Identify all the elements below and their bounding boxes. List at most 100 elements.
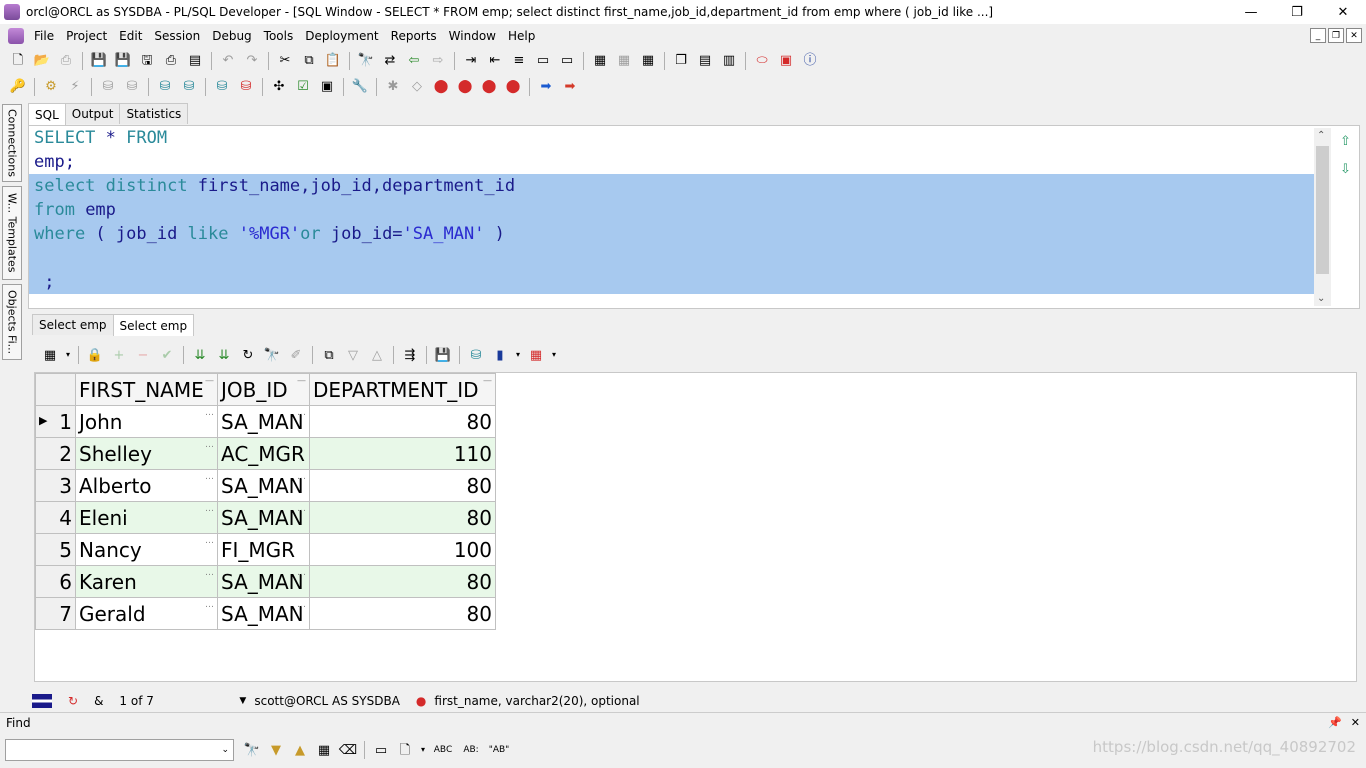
find-dropdown-icon[interactable]: ⌄ <box>221 745 229 755</box>
scroll-down-icon[interactable]: ⌄ <box>1317 293 1325 304</box>
tools-icon[interactable]: ✣ <box>269 77 289 97</box>
menu-debug[interactable]: Debug <box>206 29 257 43</box>
wrench-icon[interactable]: 🔧 <box>350 77 370 97</box>
cell-editor-icon[interactable]: … <box>205 440 214 450</box>
side-tab-objects[interactable]: Objects Fi... <box>2 284 22 360</box>
oracle-icon[interactable]: ⬭ <box>752 51 772 71</box>
break-icon[interactable]: ⚡ <box>65 77 85 97</box>
paste-icon[interactable]: 📋 <box>323 51 343 71</box>
info-icon[interactable]: ⓘ <box>800 51 820 71</box>
menu-help[interactable]: Help <box>502 29 541 43</box>
copy-icon[interactable]: ⧉ <box>299 51 319 71</box>
child-minimize-icon[interactable]: _ <box>1310 28 1326 43</box>
sql-line[interactable]: ; <box>29 270 1314 294</box>
cell-job-id[interactable]: SA_MAN… <box>217 469 310 502</box>
cell-editor-icon[interactable]: … <box>205 536 214 546</box>
find-next-icon[interactable]: ▼ <box>266 740 286 760</box>
save-results-icon[interactable]: 💾 <box>433 345 453 365</box>
cell-first-name[interactable]: Karen… <box>75 565 218 598</box>
menu-tools[interactable]: Tools <box>258 29 300 43</box>
cell-department-id[interactable]: 80 <box>309 597 496 630</box>
table-row[interactable]: 3 Alberto… SA_MAN… 80 <box>35 469 496 502</box>
cell-department-id[interactable]: 110 <box>309 437 496 470</box>
table-icon[interactable]: ▦ <box>526 345 546 365</box>
breakpoint-icon[interactable]: ✱ <box>383 77 403 97</box>
go-back-icon[interactable]: ⇦ <box>404 51 424 71</box>
commit-icon[interactable]: ⛁ <box>98 77 118 97</box>
cell-first-name[interactable]: Alberto… <box>75 469 218 502</box>
pin-icon[interactable]: 📌 <box>1328 716 1342 729</box>
cell-department-id[interactable]: 80 <box>309 469 496 502</box>
column-header-first-name[interactable]: FIRST_NAME — <box>75 373 218 406</box>
connection-dropdown-icon[interactable]: ▼ <box>231 691 254 711</box>
cell-department-id[interactable]: 100 <box>309 533 496 566</box>
delete-record-icon[interactable]: − <box>133 345 153 365</box>
tab-result-2[interactable]: Select emp <box>112 314 195 336</box>
tag-red-icon[interactable]: ⬤ <box>431 77 451 97</box>
child-restore-icon[interactable]: ❐ <box>1328 28 1344 43</box>
grid-icon[interactable]: ▦ <box>40 345 60 365</box>
regex-icon[interactable]: "AB" <box>487 740 511 760</box>
cell-department-id[interactable]: 80 <box>309 565 496 598</box>
sql-code[interactable]: SELECT * FROM emp; select distinct first_n… <box>29 126 1314 308</box>
editor-scroll-thumb[interactable] <box>1316 146 1329 274</box>
cell-editor-icon[interactable]: … <box>205 504 214 514</box>
chart-dropdown-icon[interactable]: ▾ <box>514 345 522 365</box>
cell-job-id[interactable]: SA_MAN… <box>217 405 310 438</box>
cell-editor-icon[interactable]: … <box>297 472 306 482</box>
tab-statistics[interactable]: Statistics <box>119 103 189 124</box>
menu-edit[interactable]: Edit <box>113 29 148 43</box>
save-as-icon[interactable]: 💾 <box>113 51 133 71</box>
find-input[interactable]: ⌄ <box>5 739 234 761</box>
find-options-dropdown-icon[interactable]: ▾ <box>419 740 427 760</box>
result-grid[interactable]: FIRST_NAME — JOB_ID — DEPARTMENT_ID — 1 ▶ Joh… <box>34 372 1357 682</box>
arrow-right-blue-icon[interactable]: ➡ <box>536 77 556 97</box>
sql-line[interactable]: select distinct first_name,job_id,depart… <box>29 174 1314 198</box>
undo-icon[interactable]: ↶ <box>218 51 238 71</box>
redo-icon[interactable]: ↷ <box>242 51 262 71</box>
find-icon[interactable]: 🔭 <box>356 51 376 71</box>
table-row[interactable]: 4 Eleni… SA_MAN… 80 <box>35 501 496 534</box>
cut-icon[interactable]: ✂ <box>275 51 295 71</box>
scroll-up-icon[interactable]: ⌃ <box>1317 130 1325 141</box>
row-number-cell[interactable]: 1 ▶ <box>35 405 76 438</box>
refresh-icon[interactable]: ↻ <box>238 345 258 365</box>
new-program-window-icon[interactable]: ▦ <box>614 51 634 71</box>
rollback-icon[interactable]: ⛁ <box>122 77 142 97</box>
cascade-icon[interactable]: ❐ <box>671 51 691 71</box>
clear-icon[interactable]: ✐ <box>286 345 306 365</box>
go-forward-icon[interactable]: ⇨ <box>428 51 448 71</box>
cell-editor-icon[interactable]: … <box>297 600 306 610</box>
sql-editor[interactable]: SELECT * FROM emp; select distinct first_n… <box>28 125 1360 309</box>
connection-info[interactable]: scott@ORCL AS SYSDBA <box>254 691 408 711</box>
cell-first-name[interactable]: Gerald… <box>75 597 218 630</box>
eraser-icon[interactable]: ◇ <box>407 77 427 97</box>
cell-job-id[interactable]: FI_MGR <box>217 533 310 566</box>
uncomment-icon[interactable]: ▭ <box>557 51 577 71</box>
sql-line[interactable] <box>29 246 1314 270</box>
find-binoculars-icon[interactable]: 🔭 <box>242 740 262 760</box>
uppercase-icon[interactable]: ≡ <box>509 51 529 71</box>
row-number-cell[interactable]: 5 <box>35 533 76 566</box>
sql-icon[interactable]: ⛁ <box>155 77 175 97</box>
cell-editor-icon[interactable]: … <box>297 568 306 578</box>
new-icon[interactable]: 🗋 <box>8 51 28 71</box>
clear-highlight-icon[interactable]: ⌫ <box>338 740 358 760</box>
close-button[interactable]: ✕ <box>1320 0 1366 24</box>
replace-icon[interactable]: ⇄ <box>380 51 400 71</box>
cell-first-name[interactable]: Eleni… <box>75 501 218 534</box>
checklist-icon[interactable]: ☑ <box>293 77 313 97</box>
add-record-icon[interactable]: + <box>109 345 129 365</box>
single-record-icon[interactable]: ⧉ <box>319 345 339 365</box>
move-up-icon[interactable]: ⇧ <box>1340 134 1351 149</box>
sql-line[interactable]: emp; <box>29 150 1314 174</box>
menu-project[interactable]: Project <box>60 29 113 43</box>
tile-vertical-icon[interactable]: ▥ <box>719 51 739 71</box>
cell-editor-icon[interactable]: … <box>297 408 306 418</box>
sql-line[interactable]: where ( job_id like '%MGR'or job_id='SA_… <box>29 222 1314 246</box>
move-down-icon[interactable]: ⇩ <box>1340 162 1351 177</box>
tag-remove-icon[interactable]: ⬤ <box>479 77 499 97</box>
row-number-cell[interactable]: 3 <box>35 469 76 502</box>
column-header-department-id[interactable]: DEPARTMENT_ID — <box>309 373 496 406</box>
menu-file[interactable]: File <box>28 29 60 43</box>
